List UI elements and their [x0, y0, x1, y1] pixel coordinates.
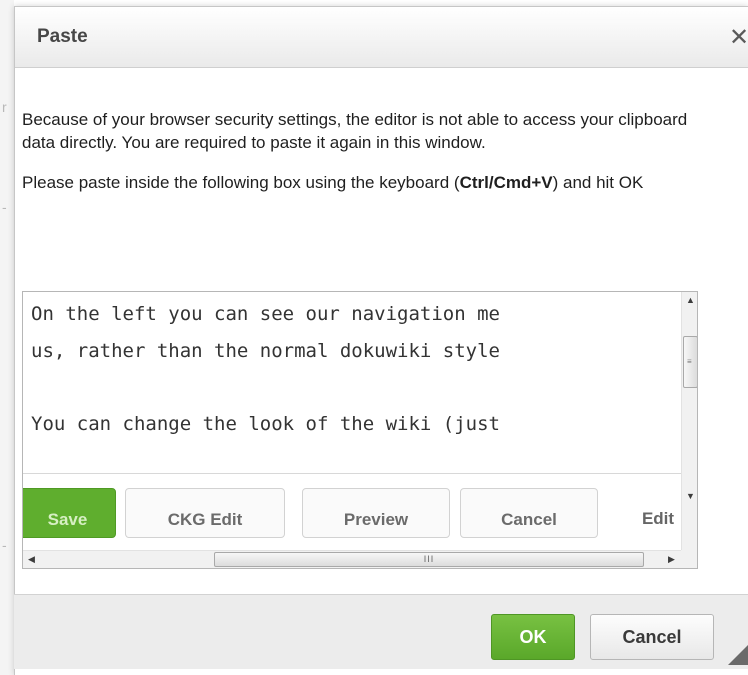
- close-icon[interactable]: ✕: [725, 21, 748, 55]
- pasted-edit-label: Edit: [641, 509, 675, 528]
- scroll-down-icon[interactable]: ▼: [682, 488, 697, 505]
- resize-grip-icon[interactable]: [728, 645, 748, 665]
- paste-area[interactable]: On the left you can see our navigation m…: [22, 291, 698, 569]
- backdrop-fragment: -: [2, 537, 7, 553]
- cancel-button[interactable]: Cancel: [590, 614, 714, 660]
- scrollbar-corner: [681, 550, 697, 568]
- backdrop-fragment: -: [2, 199, 7, 215]
- pasted-divider: [23, 473, 681, 474]
- scroll-right-icon[interactable]: ▶: [663, 551, 680, 568]
- grip-icon: ≡: [687, 357, 692, 366]
- backdrop-fragment: r: [2, 99, 7, 115]
- pasted-preview-button: Preview: [302, 488, 450, 538]
- ok-button[interactable]: OK: [491, 614, 575, 660]
- pasted-ckg-edit-button: CKG Edit: [125, 488, 285, 538]
- dialog-footer: OK Cancel: [14, 594, 748, 669]
- vertical-scrollbar[interactable]: ▲ ≡ ▼: [681, 292, 697, 550]
- paste-content[interactable]: On the left you can see our navigation m…: [23, 292, 681, 550]
- paste-hint-suffix: ) and hit OK: [552, 173, 644, 192]
- pasted-cancel-button: Cancel: [460, 488, 598, 538]
- horizontal-scroll-thumb[interactable]: III: [214, 552, 644, 567]
- paste-hint-prefix: Please paste inside the following box us…: [22, 173, 460, 192]
- dialog-body: Because of your browser security setting…: [22, 108, 712, 194]
- page-backdrop: r - -: [0, 0, 14, 675]
- scroll-up-icon[interactable]: ▲: [682, 292, 697, 309]
- pasted-line: On the left you can see our navigation m…: [31, 303, 500, 325]
- dialog-header[interactable]: Paste ✕: [15, 7, 748, 68]
- vertical-scroll-thumb[interactable]: ≡: [683, 336, 697, 388]
- pasted-save-button: Save: [23, 488, 116, 538]
- dialog-title: Paste: [37, 26, 88, 47]
- keyboard-shortcut: Ctrl/Cmd+V: [459, 173, 553, 192]
- scroll-left-icon[interactable]: ◀: [23, 551, 40, 568]
- horizontal-scrollbar[interactable]: ◀ III ▶: [23, 550, 681, 568]
- paste-hint: Please paste inside the following box us…: [22, 171, 712, 194]
- pasted-line: You can change the look of the wiki (jus…: [31, 413, 500, 435]
- security-instructions: Because of your browser security setting…: [22, 110, 688, 152]
- pasted-line: us, rather than the normal dokuwiki styl…: [31, 340, 500, 362]
